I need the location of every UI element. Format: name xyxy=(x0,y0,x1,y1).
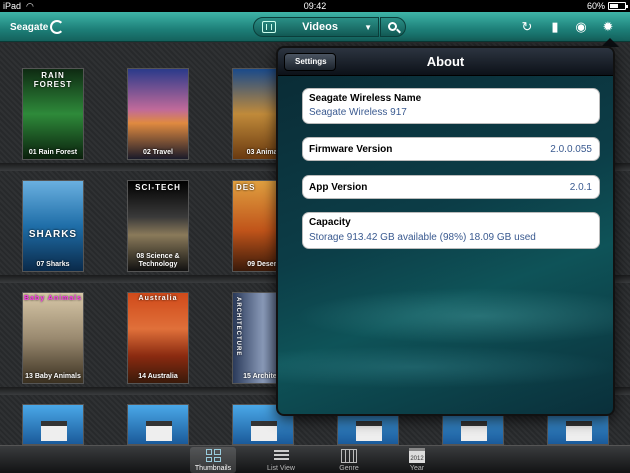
video-title: 02 Travel xyxy=(143,149,173,156)
clock: 09:42 xyxy=(303,1,327,11)
capacity-label: Capacity xyxy=(309,217,351,228)
bottom-tab-bar: Thumbnails List View Genre 2012 Year xyxy=(0,445,630,473)
film-icon xyxy=(262,21,276,33)
tab-label: Genre xyxy=(339,465,359,472)
app-version-label: App Version xyxy=(309,182,368,193)
video-tile[interactable] xyxy=(22,404,84,445)
wireless-name-value: Seagate Wireless 917 xyxy=(309,107,407,118)
video-tile[interactable]: 02 Travel xyxy=(127,68,189,160)
cover-text: Australia xyxy=(138,295,178,302)
seagate-logo: Seagate xyxy=(10,20,65,34)
firmware-value: 2.0.0.055 xyxy=(550,144,592,155)
capacity-card: Capacity Storage 913.42 GB available (98… xyxy=(302,212,600,249)
tab-list-view[interactable]: List View xyxy=(258,447,304,473)
tab-genre[interactable]: Genre xyxy=(326,447,372,473)
battery-status: 60% xyxy=(586,0,628,12)
video-cover xyxy=(128,293,188,383)
popover-header: Settings About xyxy=(278,48,613,76)
clapperboard-icon xyxy=(146,421,172,441)
app-version-card: App Version 2.0.1 xyxy=(302,175,600,199)
wireless-name-label: Seagate Wireless Name xyxy=(309,93,422,104)
video-tile[interactable]: Australia 14 Australia xyxy=(127,292,189,384)
app-version-value: 2.0.1 xyxy=(569,182,592,193)
logo-text: Seagate xyxy=(10,21,49,33)
cover-text: SHARKS xyxy=(28,229,78,240)
video-title: 07 Sharks xyxy=(36,261,70,268)
video-tile[interactable]: SHARKS 07 Sharks xyxy=(22,180,84,272)
video-title: 01 Rain Forest xyxy=(28,149,78,156)
video-cover xyxy=(128,69,188,159)
logo-swirl-icon xyxy=(50,20,65,34)
device-battery-icon[interactable]: ▮ xyxy=(547,19,563,35)
media-type-label: Videos xyxy=(302,21,338,33)
popover-title: About xyxy=(426,54,465,69)
tab-label: List View xyxy=(267,465,295,472)
chevron-down-icon: ▼ xyxy=(364,22,372,32)
video-tile[interactable]: Baby Animals 13 Baby Animals xyxy=(22,292,84,384)
video-cover xyxy=(23,293,83,383)
clapperboard-icon xyxy=(251,421,277,441)
clapperboard-icon xyxy=(461,421,487,441)
capacity-value: Storage 913.42 GB available (98%) 18.09 … xyxy=(309,232,536,243)
about-popover: Settings About Seagate Wireless Name Sea… xyxy=(276,46,615,416)
top-toolbar: Seagate Videos ▼ ↻ ▮ ◉ ✹ xyxy=(0,12,630,42)
cover-text: Baby Animals xyxy=(23,295,83,302)
genre-icon xyxy=(341,448,357,463)
cover-text: SCI-TECH xyxy=(135,183,181,192)
video-tile[interactable] xyxy=(127,404,189,445)
clapperboard-icon xyxy=(41,421,67,441)
list-icon xyxy=(273,449,289,462)
tab-year[interactable]: 2012 Year xyxy=(394,447,440,473)
battery-percent: 60% xyxy=(586,1,605,11)
thumbnails-icon xyxy=(205,449,221,462)
firmware-label: Firmware Version xyxy=(309,144,393,155)
video-tile[interactable]: SCI-TECH 08 Science & Technology xyxy=(127,180,189,272)
wifi-icon[interactable]: ◉ xyxy=(573,19,589,35)
search-button[interactable] xyxy=(380,17,406,37)
video-tile[interactable]: RAIN FOREST 01 Rain Forest xyxy=(22,68,84,160)
background-waves xyxy=(278,248,613,414)
tab-label: Year xyxy=(409,465,425,472)
video-cover xyxy=(23,181,83,271)
calendar-icon: 2012 xyxy=(409,448,425,463)
battery-icon xyxy=(608,2,628,10)
video-title: 14 Australia xyxy=(138,373,178,380)
firmware-card: Firmware Version 2.0.0.055 xyxy=(302,137,600,161)
gear-icon[interactable]: ✹ xyxy=(600,19,616,35)
media-type-dropdown[interactable]: Videos ▼ xyxy=(253,17,379,37)
tab-label: Thumbnails xyxy=(194,465,232,472)
wifi-signal-icon: ◠ xyxy=(26,1,34,11)
clapperboard-icon xyxy=(566,421,592,441)
cover-text: ARCHITECTURE xyxy=(235,297,241,357)
clapperboard-icon xyxy=(356,421,382,441)
video-title: 13 Baby Animals xyxy=(25,373,81,380)
video-title: 08 Science & Technology xyxy=(136,253,180,268)
tab-thumbnails[interactable]: Thumbnails xyxy=(190,447,236,473)
wireless-name-card: Seagate Wireless Name Seagate Wireless 9… xyxy=(302,88,600,124)
status-bar: iPad 09:42 60% ◠ xyxy=(0,0,630,12)
refresh-icon[interactable]: ↻ xyxy=(519,19,535,35)
cover-text: RAIN FOREST xyxy=(33,71,73,89)
